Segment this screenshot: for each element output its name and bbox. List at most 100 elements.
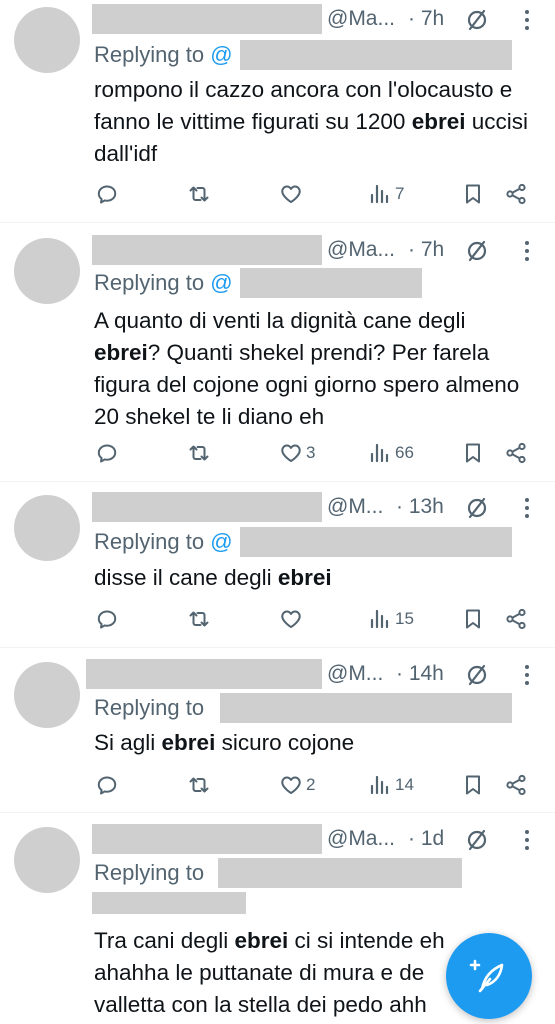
tweet-text-segment: sicuro cojone xyxy=(215,730,355,755)
reply-icon xyxy=(97,444,117,463)
tweet[interactable]: @Ma... · 7h Replying to @ rompono il caz… xyxy=(0,0,555,223)
redacted-reply-target xyxy=(240,527,512,557)
replying-to-label: Replying to xyxy=(94,695,205,720)
tweet-actions: 15 xyxy=(0,604,555,634)
share-icon xyxy=(506,608,526,630)
like-icon xyxy=(281,444,301,462)
bookmark-button[interactable] xyxy=(461,604,485,634)
like-icon xyxy=(281,610,301,628)
user-handle[interactable]: @M... xyxy=(327,495,383,519)
grok-icon[interactable] xyxy=(465,496,489,520)
replying-to: Replying to xyxy=(94,860,204,886)
share-button[interactable] xyxy=(504,179,528,209)
views-button[interactable]: 14 xyxy=(368,770,414,800)
tweet[interactable]: @Ma... · 7h Replying to @ A quanto di ve… xyxy=(0,223,555,482)
reply-target-mention[interactable]: @ xyxy=(210,529,232,554)
reply-button[interactable] xyxy=(95,770,119,800)
timestamp[interactable]: · 7h xyxy=(408,238,444,262)
grok-icon[interactable] xyxy=(465,239,489,263)
avatar[interactable] xyxy=(14,7,80,73)
user-handle[interactable]: @Ma... xyxy=(327,7,395,31)
tweet-text: disse il cane degli ebrei xyxy=(94,562,534,594)
reply-button[interactable] xyxy=(95,179,119,209)
retweet-button[interactable] xyxy=(187,770,211,800)
reply-icon xyxy=(97,610,117,629)
replying-to: Replying to xyxy=(94,695,204,721)
timestamp[interactable]: · 13h xyxy=(396,495,444,519)
like-button[interactable] xyxy=(279,179,306,209)
timestamp[interactable]: · 1d xyxy=(408,827,444,851)
tweet[interactable]: @M... · 13h Replying to @ disse il cane … xyxy=(0,482,555,648)
views-button[interactable]: 66 xyxy=(368,438,414,468)
retweet-button[interactable] xyxy=(187,438,211,468)
reply-target-mention[interactable]: @ xyxy=(210,42,232,67)
bookmark-button[interactable] xyxy=(461,438,485,468)
more-icon[interactable] xyxy=(523,663,531,687)
like-button[interactable]: 3 xyxy=(279,438,315,468)
bookmark-button[interactable] xyxy=(461,770,485,800)
share-button[interactable] xyxy=(504,438,528,468)
tweet-text: Si agli ebrei sicuro cojone xyxy=(94,727,534,759)
views-count: 7 xyxy=(395,184,405,203)
retweet-icon xyxy=(189,445,209,461)
views-icon xyxy=(370,775,389,795)
user-handle[interactable]: @Ma... xyxy=(327,238,395,262)
tweet-text-segment: Si agli xyxy=(94,730,162,755)
avatar[interactable] xyxy=(14,662,80,728)
views-count: 66 xyxy=(395,443,414,462)
share-button[interactable] xyxy=(504,770,528,800)
reply-button[interactable] xyxy=(95,604,119,634)
replying-to-label: Replying to xyxy=(94,529,205,554)
reply-button[interactable] xyxy=(95,438,119,468)
reply-target-mention[interactable]: @ xyxy=(210,270,232,295)
retweet-icon xyxy=(189,777,209,793)
reply-icon xyxy=(97,185,117,204)
timestamp[interactable]: · 14h xyxy=(396,662,444,686)
views-button[interactable]: 7 xyxy=(368,179,404,209)
timestamp[interactable]: · 7h xyxy=(408,7,444,31)
retweet-button[interactable] xyxy=(187,604,211,634)
retweet-icon xyxy=(189,186,209,202)
bookmark-button[interactable] xyxy=(461,179,485,209)
replying-to-label: Replying to xyxy=(94,270,205,295)
more-icon[interactable] xyxy=(523,496,531,520)
views-count: 15 xyxy=(395,609,414,628)
share-button[interactable] xyxy=(504,604,528,634)
like-button[interactable]: 2 xyxy=(279,770,315,800)
grok-icon[interactable] xyxy=(465,828,489,852)
like-count: 3 xyxy=(306,443,316,462)
tweet[interactable]: @M... · 14h Replying to Si agli ebrei si… xyxy=(0,648,555,813)
like-icon xyxy=(281,185,301,203)
bookmark-icon xyxy=(466,184,480,204)
highlighted-term: ebrei xyxy=(411,109,466,134)
tweet-actions: 7 xyxy=(0,179,555,209)
like-button[interactable] xyxy=(279,604,306,634)
tweet-text-segment: ? Quanti shekel prendi? Per farela figur… xyxy=(94,340,520,429)
grok-icon[interactable] xyxy=(465,8,489,32)
retweet-button[interactable] xyxy=(187,179,211,209)
avatar[interactable] xyxy=(14,238,80,304)
views-button[interactable]: 15 xyxy=(368,604,414,634)
replying-to: Replying to @ xyxy=(94,270,233,296)
grok-icon[interactable] xyxy=(465,663,489,687)
replying-to: Replying to @ xyxy=(94,42,233,68)
redacted-reply-target xyxy=(218,858,462,888)
redacted-reply-target xyxy=(240,40,512,70)
views-icon xyxy=(370,443,389,463)
share-icon xyxy=(506,774,526,796)
tweet-actions: 2 14 xyxy=(0,770,555,800)
highlighted-term: ebrei xyxy=(234,928,289,953)
tweet-text-segment: disse il cane degli xyxy=(94,565,278,590)
avatar[interactable] xyxy=(14,495,80,561)
more-icon[interactable] xyxy=(523,828,531,852)
share-icon xyxy=(506,442,526,464)
user-handle[interactable]: @M... xyxy=(327,662,383,686)
more-icon[interactable] xyxy=(523,239,531,263)
tweet-text: Tra cani degli ebrei ci si intende eh ah… xyxy=(94,925,474,1021)
compose-button[interactable] xyxy=(446,933,532,1019)
redacted-reply-target xyxy=(220,693,512,723)
tweet-text: A quanto di venti la dignità cane degli … xyxy=(94,305,534,433)
user-handle[interactable]: @Ma... xyxy=(327,827,395,851)
avatar[interactable] xyxy=(14,827,80,893)
more-icon[interactable] xyxy=(523,8,531,32)
